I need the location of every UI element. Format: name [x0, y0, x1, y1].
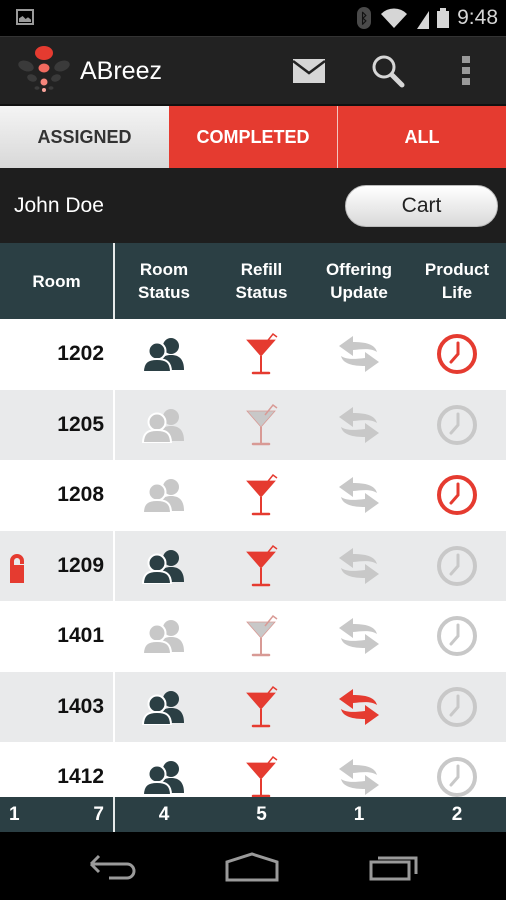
room-number: 1403	[57, 694, 104, 718]
table-row[interactable]: 1208	[0, 460, 506, 531]
tab-assigned[interactable]: ASSIGNED	[0, 106, 169, 168]
home-button[interactable]	[222, 850, 282, 884]
recents-button[interactable]	[364, 850, 424, 884]
tab-completed[interactable]: COMPLETED	[169, 106, 338, 168]
refill-status-icon[interactable]	[213, 672, 310, 743]
overflow-menu-icon	[462, 56, 470, 85]
room-status-icon[interactable]	[115, 460, 213, 531]
status-bar: ᛒ 9:48	[0, 0, 506, 36]
cart-button[interactable]: Cart	[345, 185, 498, 227]
refill-status-icon[interactable]	[213, 531, 310, 602]
tab-all[interactable]: ALL	[338, 106, 506, 168]
product-life-clock-icon[interactable]	[408, 531, 506, 602]
room-cell: 1401	[0, 601, 115, 672]
room-status-icon[interactable]	[115, 742, 213, 797]
room-number: 1401	[57, 624, 104, 648]
table-row[interactable]: 1401	[0, 601, 506, 672]
search-button[interactable]	[368, 51, 408, 91]
table-row[interactable]: 1202	[0, 319, 506, 390]
footer-room-right: 7	[93, 803, 104, 825]
room-number: 1209	[57, 553, 104, 577]
user-name: John Doe	[14, 194, 104, 217]
mail-icon	[292, 59, 326, 83]
header-offering-update[interactable]: Offering Update	[310, 243, 408, 319]
search-icon	[372, 55, 405, 88]
product-life-clock-icon[interactable]	[408, 672, 506, 743]
room-status-icon[interactable]	[115, 531, 213, 602]
back-icon	[89, 854, 136, 880]
table-footer-totals: 1 7 4 5 1 2	[0, 797, 506, 832]
refill-status-icon[interactable]	[213, 460, 310, 531]
product-life-clock-icon[interactable]	[408, 319, 506, 390]
offering-update-icon[interactable]	[310, 390, 408, 461]
home-icon	[225, 852, 279, 882]
back-button[interactable]	[82, 850, 142, 884]
wifi-icon	[381, 8, 408, 28]
app-logo-icon	[18, 46, 70, 92]
room-cell: 1412	[0, 742, 115, 797]
offering-update-icon[interactable]	[310, 672, 408, 743]
room-status-icon[interactable]	[115, 390, 213, 461]
gallery-icon	[16, 9, 34, 25]
signal-icon	[417, 11, 430, 29]
table-row[interactable]: 1209	[0, 530, 506, 602]
room-cell: 1209	[0, 530, 115, 601]
product-life-clock-icon[interactable]	[408, 460, 506, 531]
offering-update-icon[interactable]	[310, 601, 408, 672]
room-cell: 1202	[0, 319, 115, 390]
room-number: 1202	[57, 342, 104, 366]
clock: 9:48	[457, 6, 498, 29]
overflow-menu-button[interactable]	[446, 51, 486, 91]
room-status-icon[interactable]	[115, 601, 213, 672]
recents-icon	[369, 856, 418, 881]
footer-room-left: 1	[9, 803, 20, 825]
product-life-clock-icon[interactable]	[408, 742, 506, 797]
footer-room-counts: 1 7	[0, 797, 115, 832]
header-room-status[interactable]: Room Status	[115, 243, 213, 319]
app-title: ABreez	[80, 57, 162, 85]
refill-status-icon[interactable]	[213, 390, 310, 461]
system-nav-bar	[0, 832, 506, 900]
footer-offering-update-count: 1	[353, 803, 365, 825]
offering-update-icon[interactable]	[310, 460, 408, 531]
filter-tabs: ASSIGNED COMPLETED ALL	[0, 104, 506, 168]
user-bar: John Doe Cart	[0, 168, 506, 243]
room-number: 1205	[57, 412, 104, 436]
product-life-clock-icon[interactable]	[408, 601, 506, 672]
battery-icon	[437, 8, 450, 28]
mail-button[interactable]	[289, 51, 329, 91]
room-number: 1208	[57, 483, 104, 507]
footer-refill-status-count: 5	[256, 803, 267, 825]
offering-update-icon[interactable]	[310, 531, 408, 602]
refill-status-icon[interactable]	[213, 742, 310, 797]
offering-update-icon[interactable]	[310, 319, 408, 390]
table-row[interactable]: 1403	[0, 671, 506, 743]
room-list[interactable]: 1202 1205 1208 1209 1401 1403 1412	[0, 319, 506, 797]
room-cell: 1208	[0, 460, 115, 531]
footer-product-life-count: 2	[451, 803, 463, 825]
refill-status-icon[interactable]	[213, 601, 310, 672]
table-row[interactable]: 1205	[0, 389, 506, 461]
do-not-disturb-icon	[8, 553, 26, 589]
header-product-life[interactable]: Product Life	[408, 243, 506, 319]
room-cell: 1205	[0, 389, 115, 460]
action-bar: ABreez	[0, 36, 506, 104]
bluetooth-icon: ᛒ	[357, 7, 372, 29]
header-refill-status[interactable]: Refill Status	[213, 243, 310, 319]
refill-status-icon[interactable]	[213, 319, 310, 390]
table-header: Room Room Status Refill Status Offering …	[0, 243, 506, 319]
header-room[interactable]: Room	[0, 243, 115, 319]
footer-room-status-count: 4	[158, 803, 170, 825]
room-cell: 1403	[0, 671, 115, 742]
room-number: 1412	[57, 765, 104, 789]
product-life-clock-icon[interactable]	[408, 390, 506, 461]
offering-update-icon[interactable]	[310, 742, 408, 797]
table-row[interactable]: 1412	[0, 742, 506, 797]
room-status-icon[interactable]	[115, 672, 213, 743]
room-status-icon[interactable]	[115, 319, 213, 390]
